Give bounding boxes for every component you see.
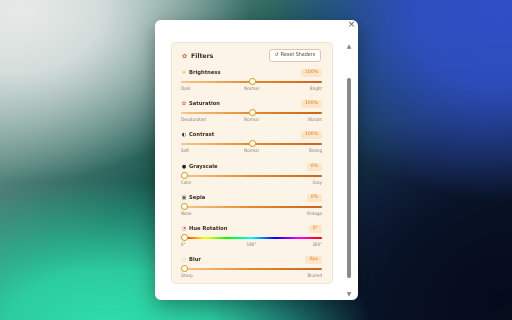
blur-slider-thumb[interactable] [181,265,188,273]
slider-tick-labels: Color Gray [181,180,322,186]
tick-label: Normal [244,117,259,123]
filter-header: ✿ Saturation 100% [181,100,322,109]
slider-tick-labels: 0° 180° 360° [181,242,322,248]
value-badge: 100% [300,100,322,109]
value-badge: 100% [300,69,322,77]
filter-header: ◐ Contrast 100% [181,131,322,140]
filter-label: Contrast [189,132,215,139]
blur-slider-track[interactable] [181,268,322,271]
filter-contrast: ◐ Contrast 100% Soft Normal Strong [181,131,322,157]
slider-tick-labels: Dark Normal Bright [181,86,322,92]
filter-header: ● Grayscale 0% [181,162,322,172]
tick-label: Normal [244,148,259,154]
slider-tick-labels: Soft Normal Strong [181,148,322,154]
panel-title: ✿ Filters [181,51,213,61]
scroll-thumb[interactable] [347,78,351,278]
filter-label: Blur [189,257,201,264]
panel-title-text: Filters [191,52,214,60]
grayscale-slider-thumb[interactable] [181,171,188,179]
grayscale-slider-track[interactable] [181,174,322,177]
filter-label: Hue Rotation [189,226,228,232]
slider-tick-labels: None Vintage [181,211,322,217]
tick-label: 0° [181,242,186,247]
hue-rotation-slider-track[interactable] [181,237,322,239]
scrollbar[interactable]: ▲ ▼ [343,44,355,298]
reset-icon: ↺ [274,53,279,58]
saturation-slider-thumb[interactable] [248,109,256,117]
filter-header: ◌ Blur 0px [181,256,322,265]
contrast-slider-thumb[interactable] [248,140,256,148]
filter-header: ☀ Brightness 100% [181,69,322,78]
filter-label: Sepia [189,194,206,201]
tick-label: Strong [308,148,322,154]
close-icon[interactable]: × [347,21,356,30]
tick-label: Blurred [307,273,322,279]
reset-label: Reset Shaders [280,53,316,58]
filters-window: × ✿ Filters ↺ Reset Shaders ☀ Brightness 1… [155,20,358,300]
rainbow-icon: ◔ [181,226,187,232]
sepia-slider-track[interactable] [181,205,322,208]
tick-label: Vintage [306,210,322,216]
camera-icon: ▣ [181,194,187,201]
tick-label: None [181,210,192,216]
sepia-slider-thumb[interactable] [181,202,188,210]
slider-tick-labels: Sharp Blurred [181,273,322,279]
filter-brightness: ☀ Brightness 100% Dark Normal Bright [181,69,322,95]
filter-label: Saturation [189,101,220,108]
reset-shaders-button[interactable]: ↺ Reset Shaders [269,49,321,62]
tick-label: 360° [312,242,322,247]
tick-label: 180° [246,242,257,247]
scroll-down-icon[interactable]: ▼ [345,292,353,298]
tick-label: Vibrant [307,117,323,123]
filter-hue-rotation: ◔ Hue Rotation 0° 0° 180° 360° [181,225,322,251]
slider-tick-labels: Desaturated Normal Vibrant [181,117,322,123]
tick-label: Gray [312,179,322,185]
filter-blur: ◌ Blur 0px Sharp Blurred [181,256,322,282]
tick-label: Bright [309,86,322,91]
droplet-icon: ◌ [181,257,187,264]
sun-icon: ☀ [181,70,187,76]
value-badge: 100% [300,131,322,140]
circle-icon: ● [181,163,187,170]
tick-label: Desaturated [181,117,206,123]
filter-sepia: ▣ Sepia 0% None Vintage [181,193,322,220]
value-badge: 0% [306,193,322,202]
tick-label: Sharp [181,273,193,279]
filter-header: ◔ Hue Rotation 0° [181,225,322,234]
scroll-up-icon[interactable]: ▲ [345,44,353,50]
contrast-icon: ◐ [181,132,187,139]
tick-label: Normal [244,86,259,91]
tick-label: Color [181,179,192,185]
tick-label: Soft [181,148,189,154]
hue-rotation-slider-thumb[interactable] [181,234,188,241]
tick-label: Dark [181,86,191,91]
filter-saturation: ✿ Saturation 100% Desaturated Normal Vibrant [181,100,322,126]
filters-panel: ✿ Filters ↺ Reset Shaders ☀ Brightness 100… [171,42,333,284]
filter-label: Brightness [189,70,221,76]
brightness-slider-thumb[interactable] [248,78,256,85]
value-badge: 0% [306,162,322,171]
palette-icon: ✿ [181,52,188,60]
value-badge: 0° [308,225,322,233]
filter-header: ▣ Sepia 0% [181,193,322,203]
filter-grayscale: ● Grayscale 0% Color Gray [181,162,322,189]
value-badge: 0px [305,256,322,265]
palette-icon: ✿ [181,101,187,108]
filter-label: Grayscale [189,163,218,170]
